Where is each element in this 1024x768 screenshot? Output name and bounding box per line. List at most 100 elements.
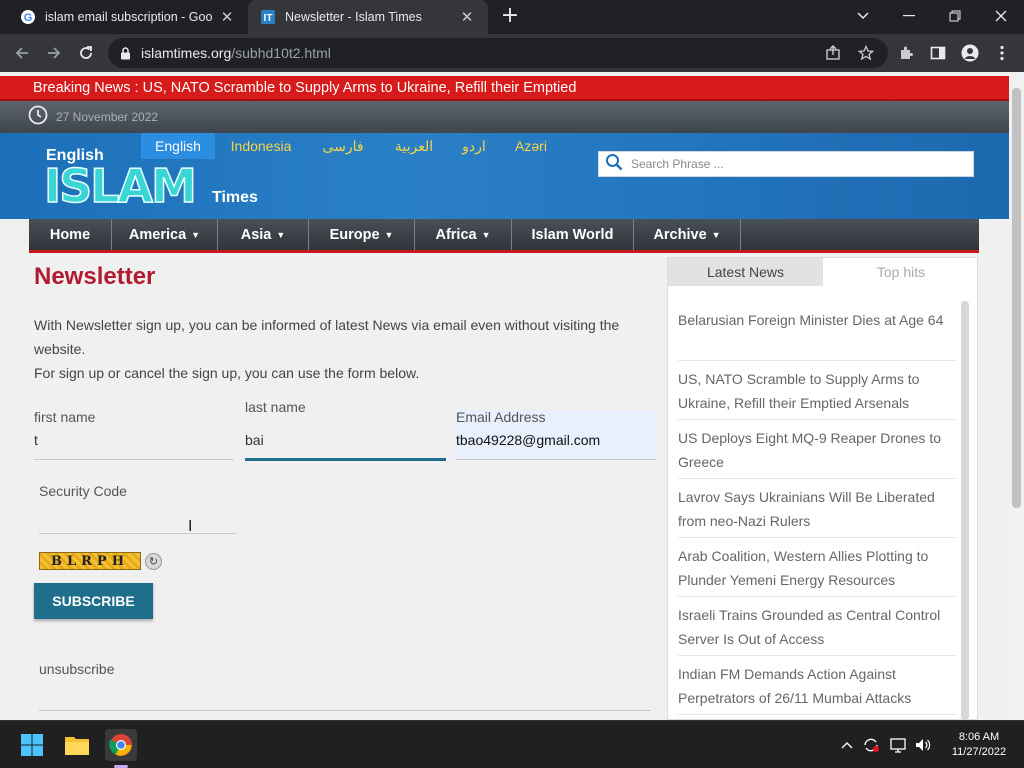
svg-text:G: G [24,12,33,24]
browser-tab-bar: G islam email subscription - Google ✕ IT… [0,0,1024,34]
menu-label: America [128,226,187,243]
menu-europe[interactable]: Europe ▼ [309,219,415,250]
menu-islam-world[interactable]: Islam World [512,219,634,250]
web-page: Breaking News : US, NATO Scramble to Sup… [0,72,1024,720]
text-cursor-icon: I [188,518,193,535]
forward-icon[interactable] [42,41,66,65]
menu-label: Asia [240,226,272,243]
news-list: Belarusian Foreign Minister Dies at Age … [678,302,956,715]
menu-home[interactable]: Home [29,219,112,250]
date-bar: 27 November 2022 [0,101,1009,133]
email-label: Email Address [456,409,546,425]
close-tab-icon[interactable]: ✕ [218,8,236,26]
newsletter-intro: With Newsletter sign up, you can be info… [34,313,654,385]
field-underline [39,533,236,534]
sidebar-scrollbar[interactable] [961,301,969,720]
taskbar-clock[interactable]: 8:06 AM 11/27/2022 [944,730,1014,760]
tab-newsletter[interactable]: IT Newsletter - Islam Times ✕ [248,0,488,34]
news-item[interactable]: US Deploys Eight MQ-9 Reaper Drones to G… [678,420,956,479]
clock-icon [28,105,48,130]
close-window-icon[interactable] [981,0,1021,32]
menu-label: Africa [435,226,477,243]
bookmark-star-icon[interactable] [856,43,876,63]
lang-azeri[interactable]: Azəri [505,133,557,159]
menu-africa[interactable]: Africa ▼ [415,219,512,250]
subscribe-button[interactable]: SUBSCRIBE [34,583,153,619]
unsubscribe-option[interactable]: unsubscribe [39,661,115,677]
extensions-icon[interactable] [896,43,916,63]
lang-indonesia[interactable]: Indonesia [224,133,298,159]
search-icon[interactable] [605,153,623,176]
search-input[interactable] [631,157,951,171]
field-underline [34,459,234,460]
field-underline-focused [245,458,446,461]
caret-down-icon: ▼ [711,229,721,240]
news-item[interactable]: Arab Coalition, Western Allies Plotting … [678,538,956,597]
news-item[interactable]: Israeli Trains Grounded as Central Contr… [678,597,956,656]
tab-google-search[interactable]: G islam email subscription - Google ✕ [8,0,248,34]
new-tab-icon[interactable]: + [498,5,522,27]
security-code-field[interactable] [39,508,235,524]
current-date: 27 November 2022 [56,110,159,124]
menu-asia[interactable]: Asia ▼ [218,219,309,250]
browser-toolbar: islamtimes.org/subhd10t2.html [0,34,1024,72]
captcha-refresh-icon[interactable]: ↻ [145,553,162,570]
first-name-field[interactable] [34,432,234,448]
news-item[interactable]: Belarusian Foreign Minister Dies at Age … [678,302,956,361]
lang-farsi[interactable]: فارسی [313,133,373,159]
last-name-label: last name [245,399,306,415]
minimize-icon[interactable] [889,0,929,32]
volume-icon[interactable] [912,735,934,755]
news-item[interactable]: Indian FM Demands Action Against Perpetr… [678,656,956,715]
file-explorer-icon[interactable] [61,729,93,761]
profile-icon[interactable] [960,43,980,63]
lock-icon[interactable] [120,46,131,60]
google-icon: G [20,9,36,25]
menu-label: Islam World [531,226,614,243]
email-field[interactable] [456,432,656,448]
menu-archive[interactable]: Archive ▼ [634,219,741,250]
last-name-field[interactable] [245,432,445,448]
menu-kebab-icon[interactable] [992,43,1012,63]
page-title: Newsletter [34,263,156,290]
site-search [598,151,974,177]
tray-overflow-icon[interactable] [836,735,858,755]
site-header: English ISLAM Times English Indonesia فا… [0,133,1009,219]
tab-search-icon[interactable] [843,0,883,32]
news-item[interactable]: Lavrov Says Ukrainians Will Be Liberated… [678,479,956,538]
menu-label: Home [49,226,91,243]
chrome-icon[interactable] [105,729,137,761]
site-logo[interactable]: ISLAM [43,162,197,210]
back-icon[interactable] [10,41,34,65]
tab-latest-news[interactable]: Latest News [668,258,823,286]
caret-down-icon: ▼ [276,229,286,240]
restore-icon[interactable] [935,0,975,32]
menu-america[interactable]: America ▼ [112,219,218,250]
reload-icon[interactable] [74,41,98,65]
windows-start-icon[interactable] [16,729,48,761]
security-code-label: Security Code [39,483,127,499]
logo-times-text: Times [212,189,258,206]
menu-label: Archive [653,226,707,243]
url-path: /subhd10t2.html [231,45,331,61]
tab-title: Newsletter - Islam Times [285,10,422,24]
field-underline [456,459,656,460]
lang-arabic[interactable]: العربية [386,133,442,159]
lang-english[interactable]: English [141,133,215,159]
share-icon[interactable] [823,43,843,63]
news-item[interactable]: US, NATO Scramble to Supply Arms to Ukra… [678,361,956,420]
address-bar[interactable]: islamtimes.org/subhd10t2.html [108,38,888,68]
breaking-news-ticker[interactable]: Breaking News : US, NATO Scramble to Sup… [0,76,1009,101]
tab-title: islam email subscription - Google [45,10,212,24]
lang-urdu[interactable]: اردو [455,133,493,159]
scrollbar-thumb[interactable] [1012,88,1021,508]
tab-top-hits[interactable]: Top hits [823,258,979,286]
sync-icon[interactable] [860,735,882,755]
page-scrollbar[interactable] [1009,72,1024,720]
close-tab-icon[interactable]: ✕ [458,8,476,26]
intro-text: With Newsletter sign up, you can be info… [34,317,620,357]
captcha-image: BLRPH [39,552,141,570]
side-panel-icon[interactable] [928,43,948,63]
network-icon[interactable] [887,735,909,755]
caret-down-icon: ▼ [481,229,491,240]
